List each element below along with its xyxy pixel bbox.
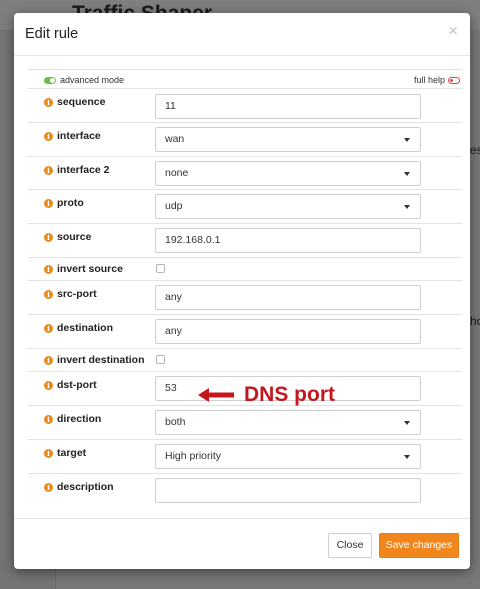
info-icon[interactable]: i	[44, 414, 53, 424]
form-toolbar: advanced mode full help	[28, 70, 462, 89]
description-label-text: description	[57, 481, 114, 493]
info-icon[interactable]: i	[44, 131, 53, 141]
row-interface: i interface wan	[28, 123, 462, 157]
annotation-text: DNS port	[244, 383, 335, 406]
info-icon[interactable]: i	[44, 380, 53, 390]
direction-label-text: direction	[57, 413, 102, 425]
src-port-input[interactable]: any	[155, 285, 421, 310]
invert-destination-label-text: invert destination	[57, 354, 145, 366]
interface-2-label: i interface 2	[44, 164, 110, 176]
source-input[interactable]: 192.168.0.1	[155, 228, 421, 253]
interface-2-select[interactable]: none	[155, 161, 421, 186]
interface-select[interactable]: wan	[155, 127, 421, 152]
dst-port-label-text: dst-port	[57, 379, 97, 391]
toggle-on-icon	[44, 76, 56, 84]
info-icon[interactable]: i	[44, 165, 53, 175]
info-icon[interactable]: i	[44, 264, 53, 274]
proto-label: i proto	[44, 197, 84, 209]
advanced-mode-toggle[interactable]: advanced mode	[44, 75, 124, 85]
target-label: i target	[44, 447, 86, 459]
row-sequence: i sequence 11	[28, 89, 462, 123]
info-icon[interactable]: i	[44, 448, 53, 458]
invert-source-checkbox[interactable]	[156, 264, 165, 273]
row-invert-destination: i invert destination	[28, 349, 462, 372]
interface-2-label-text: interface 2	[57, 164, 110, 176]
proto-label-text: proto	[57, 197, 84, 209]
row-proto: i proto udp	[28, 190, 462, 224]
full-help-label: full help	[413, 75, 445, 85]
description-label: i description	[44, 481, 114, 493]
edit-rule-dialog: Edit rule × advanced mode full help i se…	[14, 13, 470, 569]
rule-form: advanced mode full help i sequence 11 i …	[28, 69, 462, 509]
row-interface-2: i interface 2 none	[28, 157, 462, 190]
dst-port-label: i dst-port	[44, 379, 97, 391]
invert-destination-label: i invert destination	[44, 354, 145, 366]
destination-label: i destination	[44, 322, 113, 334]
info-icon[interactable]: i	[44, 232, 53, 242]
direction-label: i direction	[44, 413, 101, 425]
target-label-text: target	[57, 447, 87, 459]
info-icon[interactable]: i	[44, 289, 53, 299]
row-direction: i direction both	[28, 406, 462, 440]
source-label-text: source	[57, 231, 92, 243]
sequence-input[interactable]: 11	[155, 94, 421, 119]
close-button[interactable]: Close	[328, 533, 372, 558]
sequence-label: i sequence	[44, 96, 105, 108]
dialog-header: Edit rule ×	[14, 13, 470, 56]
source-label: i source	[44, 231, 91, 243]
dns-port-annotation: DNS port	[198, 383, 335, 407]
row-source: i source 192.168.0.1	[28, 224, 462, 258]
src-port-label: i src-port	[44, 288, 97, 300]
info-icon[interactable]: i	[44, 355, 53, 365]
invert-source-label: i invert source	[44, 263, 123, 275]
sequence-label-text: sequence	[57, 96, 106, 108]
info-icon[interactable]: i	[44, 323, 53, 333]
dialog-footer: Close Save changes	[14, 518, 470, 569]
invert-source-label-text: invert source	[57, 263, 123, 275]
info-icon[interactable]: i	[44, 198, 53, 208]
row-invert-source: i invert source	[28, 258, 462, 281]
destination-label-text: destination	[57, 322, 114, 334]
dialog-title: Edit rule	[25, 26, 79, 42]
save-changes-button[interactable]: Save changes	[379, 533, 459, 558]
arrow-left-icon	[198, 388, 234, 402]
interface-label-text: interface	[57, 130, 101, 142]
target-select[interactable]: High priority	[155, 444, 421, 469]
info-icon[interactable]: i	[44, 482, 53, 492]
full-help-toggle[interactable]: full help	[414, 75, 460, 85]
destination-input[interactable]: any	[155, 319, 421, 344]
row-description: i description	[28, 474, 462, 509]
direction-select[interactable]: both	[155, 410, 421, 435]
row-src-port: i src-port any	[28, 281, 462, 315]
advanced-mode-label: advanced mode	[60, 75, 125, 85]
description-input[interactable]	[155, 478, 421, 503]
proto-select[interactable]: udp	[155, 194, 421, 219]
row-destination: i destination any	[28, 315, 462, 349]
invert-destination-checkbox[interactable]	[156, 355, 165, 364]
toggle-off-icon	[448, 76, 460, 84]
close-icon[interactable]: ×	[448, 22, 458, 39]
info-icon[interactable]: i	[44, 97, 53, 107]
interface-label: i interface	[44, 130, 101, 142]
src-port-label-text: src-port	[57, 288, 97, 300]
row-target: i target High priority	[28, 440, 462, 474]
